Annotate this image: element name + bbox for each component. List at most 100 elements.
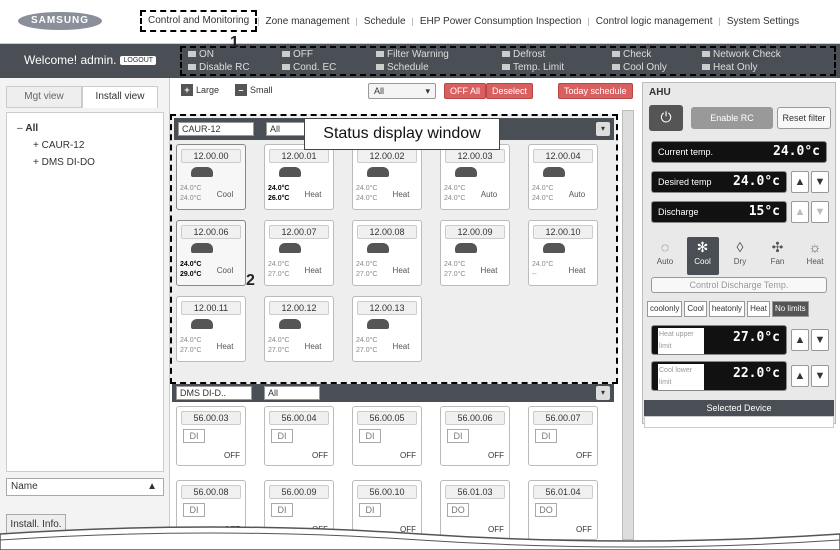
nav-control-monitoring[interactable]: Control and Monitoring (140, 10, 258, 32)
desired-temp-display: Desired temp 24.0°c (651, 171, 787, 193)
legend-disable-rc: Disable RC (188, 62, 250, 73)
tree-item-caur[interactable]: + CAUR-12 (17, 140, 153, 151)
reset-filter-button[interactable]: Reset filter (777, 107, 831, 129)
heat-upper-display: Heat upper limit 27.0°c (651, 325, 787, 355)
unit-current-temp: 24.0°C (444, 185, 466, 192)
group-name-dms: DMS DI-D.. (176, 386, 252, 400)
unit-card[interactable]: 12.00.01 24.0°C 26.0°C Heat (264, 144, 334, 210)
unit-card[interactable]: 12.00.06 24.0°C 29.0°C Cool (176, 220, 246, 286)
dio-status: OFF (224, 451, 240, 460)
cool-lower-display: Cool lower limit 22.0°c (651, 361, 787, 391)
unit-card[interactable]: 12.00.04 24.0°C 24.0°C Auto (528, 144, 598, 210)
unit-card[interactable]: 12.00.13 24.0°C 27.0°C Heat (352, 296, 422, 362)
heat-upper-down-button[interactable]: ▼ (811, 329, 829, 351)
tree-item-dms[interactable]: + DMS DI-DO (17, 157, 153, 168)
nav-control-logic[interactable]: Control logic management (590, 16, 719, 27)
dio-id: 56.00.07 (533, 411, 593, 425)
logout-button[interactable]: LOGOUT (120, 56, 157, 66)
collapse-icon[interactable]: ▾ (596, 122, 610, 136)
cool-lower-down-button[interactable]: ▼ (811, 365, 829, 387)
tab-install-view[interactable]: Install view (82, 86, 158, 108)
unit-card[interactable]: 12.00.12 24.0°C 27.0°C Heat (264, 296, 334, 362)
unit-card[interactable]: 12.00.10 24.0°C -- Heat (528, 220, 598, 286)
unit-card[interactable]: 12.00.02 24.0°C 24.0°C Heat (352, 144, 422, 210)
unit-current-temp: 24.0°C (180, 261, 202, 268)
limit-cool-button[interactable]: Cool (684, 301, 707, 317)
today-schedule-button[interactable]: Today schedule (558, 83, 633, 99)
unit-card[interactable]: 12.00.09 24.0°C 27.0°C Heat (440, 220, 510, 286)
ac-unit-icon (543, 167, 565, 177)
nav-system-settings[interactable]: System Settings (721, 16, 805, 27)
chevron-up-icon: ▲ (147, 481, 157, 492)
unit-current-temp: 24.0°C (356, 185, 378, 192)
heat-upper-up-button[interactable]: ▲ (791, 329, 809, 351)
dio-card[interactable]: 56.00.07 DI OFF (528, 406, 598, 466)
unit-id: 12.00.10 (533, 225, 593, 239)
control-discharge-button[interactable]: Control Discharge Temp. (651, 277, 827, 293)
sun-icon: ☼ (808, 239, 822, 255)
dio-id: 56.00.09 (269, 485, 329, 499)
power-icon[interactable]: ⏻ (649, 105, 683, 131)
snowflake-icon: ✻ (696, 239, 709, 255)
deselect-button[interactable]: Deselect (486, 83, 534, 99)
cool-lower-up-button[interactable]: ▲ (791, 365, 809, 387)
dio-card[interactable]: 56.00.06 DI OFF (440, 406, 510, 466)
scrollbar[interactable] (622, 110, 634, 540)
unit-card[interactable]: 12.00.11 24.0°C 27.0°C Heat (176, 296, 246, 362)
unit-card[interactable]: 12.00.00 24.0°C 24.0°C Cool (176, 144, 246, 210)
dio-card[interactable]: 56.00.04 DI OFF (264, 406, 334, 466)
legend-network-check: Network Check (702, 49, 781, 60)
unit-set-temp: 24.0°C (180, 195, 202, 202)
unit-card[interactable]: 12.00.03 24.0°C 24.0°C Auto (440, 144, 510, 210)
filter-select[interactable]: All ▾ (368, 83, 436, 99)
ac-unit-icon (367, 243, 389, 253)
collapse-icon[interactable]: ▾ (596, 386, 610, 400)
limit-heat-button[interactable]: Heat (747, 301, 770, 317)
ac-unit-icon (191, 319, 213, 329)
limit-nolimits-button[interactable]: No limits (771, 301, 809, 317)
panel-title: AHU (649, 87, 671, 98)
unit-id: 12.00.03 (445, 149, 505, 163)
mode-auto[interactable]: ◌ Auto (649, 237, 681, 275)
nav-schedule[interactable]: Schedule (358, 16, 412, 27)
name-select[interactable]: Name ▲ (6, 478, 164, 496)
welcome-label: Welcome! admin. (24, 53, 117, 67)
nav-zone-management[interactable]: Zone management (260, 16, 356, 27)
group-filter-dms[interactable]: All (264, 386, 320, 400)
sidebar: Mgt view Install view – All + CAUR-12 + … (0, 78, 170, 550)
unit-set-temp: 27.0°C (180, 347, 202, 354)
dio-card[interactable]: 56.00.05 DI OFF (352, 406, 422, 466)
unit-set-temp: 26.0°C (268, 195, 290, 202)
unit-card[interactable]: 12.00.07 24.0°C 27.0°C Heat (264, 220, 334, 286)
legend-heat-only: Heat Only (702, 62, 757, 73)
dio-status: OFF (576, 451, 592, 460)
desired-down-button[interactable]: ▼ (811, 171, 829, 193)
ac-unit-icon (279, 243, 301, 253)
nav-ehp-power[interactable]: EHP Power Consumption Inspection (414, 16, 588, 27)
unit-card[interactable]: 12.00.08 24.0°C 27.0°C Heat (352, 220, 422, 286)
mode-dry[interactable]: ◊ Dry (724, 237, 756, 275)
selected-device-header: Selected Device (644, 400, 834, 416)
unit-id: 12.00.01 (269, 149, 329, 163)
discharge-down-button[interactable]: ▼ (811, 201, 829, 223)
unit-mode: Heat (304, 342, 322, 351)
dio-card[interactable]: 56.00.03 DI OFF (176, 406, 246, 466)
dio-id: 56.01.04 (533, 485, 593, 499)
large-button[interactable]: + Large (176, 83, 224, 99)
unit-current-temp: 24.0°C (180, 337, 202, 344)
legend-defrost: Defrost (502, 49, 545, 60)
discharge-up-button[interactable]: ▲ (791, 201, 809, 223)
mode-cool[interactable]: ✻ Cool (686, 237, 719, 275)
small-button[interactable]: – Small (230, 83, 278, 99)
desired-up-button[interactable]: ▲ (791, 171, 809, 193)
mode-heat[interactable]: ☼ Heat (799, 237, 831, 275)
unit-id: 12.00.13 (357, 301, 417, 315)
mode-fan[interactable]: ✣ Fan (762, 237, 794, 275)
tab-mgt-view[interactable]: Mgt view (6, 86, 82, 108)
tree-item-all[interactable]: – All (17, 123, 153, 134)
group-header-dms: DMS DI-D.. All ▾ (172, 384, 614, 402)
discharge-display: Discharge 15°c (651, 201, 787, 223)
enable-rc-button[interactable]: Enable RC (691, 107, 773, 129)
dio-type: DI (535, 429, 557, 443)
off-all-button[interactable]: OFF All (444, 83, 487, 99)
